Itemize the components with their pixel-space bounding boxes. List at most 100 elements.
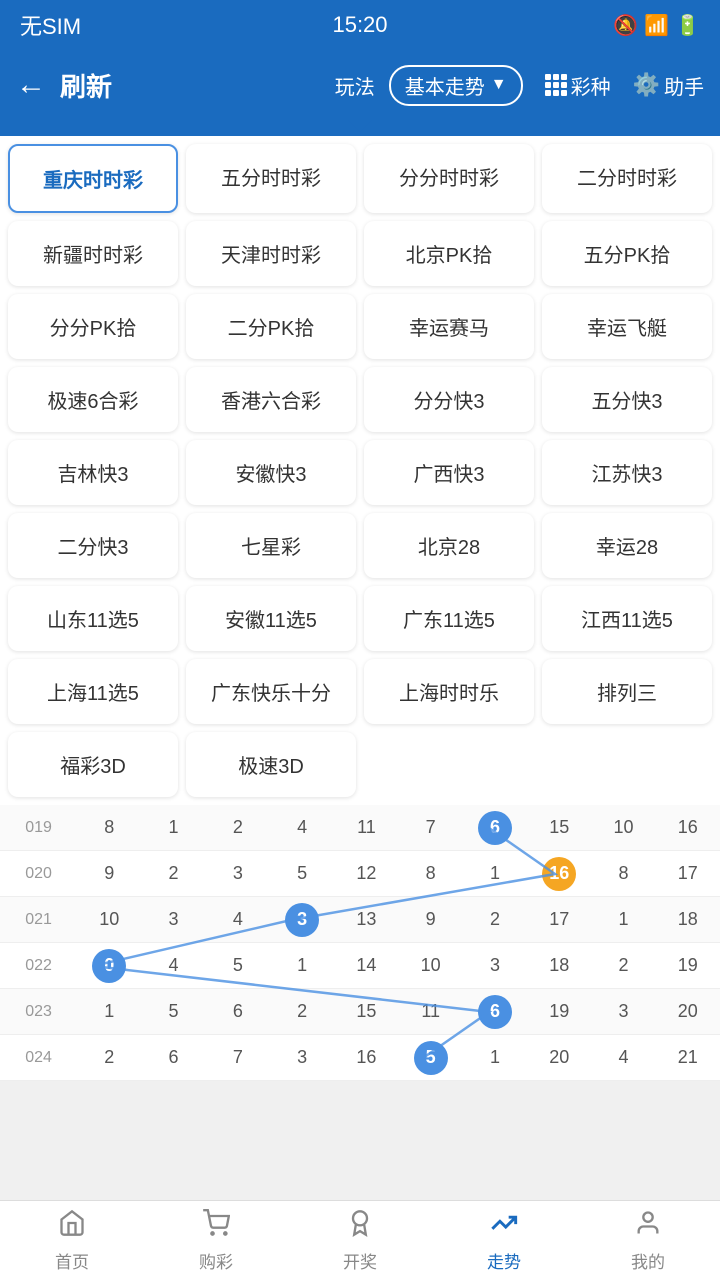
nav-item-走势[interactable]: 走势 xyxy=(432,1201,576,1280)
grid-item-9[interactable]: 二分PK拾 xyxy=(186,294,356,359)
grid-item-27[interactable]: 江西11选5 xyxy=(542,586,712,651)
grid-item-25[interactable]: 安徽11选5 xyxy=(186,586,356,651)
table-cell: 10 xyxy=(591,817,655,838)
助手-button[interactable]: ⚙️ 助手 xyxy=(633,71,704,100)
table-cell: 5 xyxy=(141,1001,205,1022)
table-cell: 3 xyxy=(270,903,334,937)
grid-icon xyxy=(545,74,567,96)
basic-trend-dropdown[interactable]: 基本走势 ▼ xyxy=(389,65,523,106)
table-cell: 14 xyxy=(334,955,398,976)
grid-item-15[interactable]: 五分快3 xyxy=(542,367,712,432)
table-cell: 6 xyxy=(463,811,527,845)
table-cell: 3 xyxy=(206,863,270,884)
grid-item-1[interactable]: 五分时时彩 xyxy=(186,144,356,213)
table-cell: 2 xyxy=(270,1001,334,1022)
nav-item-购彩[interactable]: 购彩 xyxy=(144,1201,288,1280)
table-cell: 16 xyxy=(656,817,720,838)
table-cell: 10 xyxy=(399,955,463,976)
table-cell: 4 xyxy=(206,909,270,930)
table-cell: 20 xyxy=(656,1001,720,1022)
玩法-label: 玩法 xyxy=(335,71,375,100)
table-cell: 1 xyxy=(141,817,205,838)
cell-bubble: 6 xyxy=(478,811,512,845)
nav-item-开奖[interactable]: 开奖 xyxy=(288,1201,432,1280)
time-label: 15:20 xyxy=(332,12,387,38)
lottery-grid-container: 重庆时时彩五分时时彩分分时时彩二分时时彩新疆时时彩天津时时彩北京PK拾五分PK拾… xyxy=(0,136,720,805)
grid-item-17[interactable]: 安徽快3 xyxy=(186,440,356,505)
cell-bubble: 16 xyxy=(542,857,576,891)
table-cell: 8 xyxy=(591,863,655,884)
grid-item-14[interactable]: 分分快3 xyxy=(364,367,534,432)
back-button[interactable]: ← xyxy=(16,68,46,102)
table-cell: 4 xyxy=(270,817,334,838)
table-cell: 5 xyxy=(270,863,334,884)
grid-item-21[interactable]: 七星彩 xyxy=(186,513,356,578)
grid-item-5[interactable]: 天津时时彩 xyxy=(186,221,356,286)
grid-item-11[interactable]: 幸运飞艇 xyxy=(542,294,712,359)
grid-item-20[interactable]: 二分快3 xyxy=(8,513,178,578)
grid-item-10[interactable]: 幸运赛马 xyxy=(364,294,534,359)
grid-item-16[interactable]: 吉林快3 xyxy=(8,440,178,505)
cell-bubble: 5 xyxy=(414,1041,448,1075)
table-cell: 3 xyxy=(591,1001,655,1022)
table-cell: 2 xyxy=(463,909,527,930)
gear-icon: ⚙️ xyxy=(633,72,660,98)
grid-item-19[interactable]: 江苏快3 xyxy=(542,440,712,505)
cell-bubble: 0 xyxy=(92,949,126,983)
grid-item-8[interactable]: 分分PK拾 xyxy=(8,294,178,359)
table-cell: 16 xyxy=(334,1047,398,1068)
table-row: 0209235128116817 xyxy=(0,851,720,897)
table-cell: 17 xyxy=(527,909,591,930)
grid-item-13[interactable]: 香港六合彩 xyxy=(186,367,356,432)
grid-item-26[interactable]: 广东11选5 xyxy=(364,586,534,651)
开奖-label: 开奖 xyxy=(343,1248,377,1273)
table-row: 01981241176151016 xyxy=(0,805,720,851)
table-cell: 6 xyxy=(206,1001,270,1022)
grid-item-3[interactable]: 二分时时彩 xyxy=(542,144,712,213)
chart-container: 0198124117615101602092351281168170211034… xyxy=(0,805,720,1081)
status-icons: 🔕 📶 🔋 xyxy=(613,13,700,38)
table-cell-id: 021 xyxy=(0,911,77,929)
table-cell: 1 xyxy=(270,955,334,976)
grid-item-33[interactable]: 极速3D xyxy=(186,732,356,797)
table-cell: 8 xyxy=(399,863,463,884)
home-label: 首页 xyxy=(55,1248,89,1273)
table-cell-id: 020 xyxy=(0,865,77,883)
grid-item-18[interactable]: 广西快3 xyxy=(364,440,534,505)
grid-item-31[interactable]: 排列三 xyxy=(542,659,712,724)
grid-item-24[interactable]: 山东11选5 xyxy=(8,586,178,651)
table-cell: 4 xyxy=(591,1047,655,1068)
grid-item-2[interactable]: 分分时时彩 xyxy=(364,144,534,213)
wifi-icon: 📶 xyxy=(644,13,669,38)
nav-item-home[interactable]: 首页 xyxy=(0,1201,144,1280)
bottom-nav: 首页 购彩 开奖 走势 我的 xyxy=(0,1200,720,1280)
table-cell: 5 xyxy=(206,955,270,976)
我的-label: 我的 xyxy=(631,1248,665,1273)
grid-item-22[interactable]: 北京28 xyxy=(364,513,534,578)
nav-item-我的[interactable]: 我的 xyxy=(576,1201,720,1280)
grid-item-7[interactable]: 五分PK拾 xyxy=(542,221,712,286)
grid-item-30[interactable]: 上海时时乐 xyxy=(364,659,534,724)
grid-item-23[interactable]: 幸运28 xyxy=(542,513,712,578)
grid-item-6[interactable]: 北京PK拾 xyxy=(364,221,534,286)
table-cell: 1 xyxy=(77,1001,141,1022)
彩种-button[interactable]: 彩种 xyxy=(545,71,611,100)
grid-item-28[interactable]: 上海11选5 xyxy=(8,659,178,724)
table-cell: 7 xyxy=(399,817,463,838)
home-icon xyxy=(58,1209,86,1244)
header-indicator xyxy=(0,120,720,136)
table-cell: 5 xyxy=(399,1041,463,1075)
grid-item-29[interactable]: 广东快乐十分 xyxy=(186,659,356,724)
table-cell: 18 xyxy=(527,955,591,976)
grid-item-12[interactable]: 极速6合彩 xyxy=(8,367,178,432)
cell-bubble: 6 xyxy=(478,995,512,1029)
trend-icon xyxy=(490,1209,518,1244)
chevron-down-icon: ▼ xyxy=(491,76,507,94)
grid-item-32[interactable]: 福彩3D xyxy=(8,732,178,797)
购彩-label: 购彩 xyxy=(199,1248,233,1273)
cell-bubble: 3 xyxy=(285,903,319,937)
grid-item-0[interactable]: 重庆时时彩 xyxy=(8,144,178,213)
header-title: 刷新 xyxy=(60,67,112,104)
table-cell: 0 xyxy=(77,949,141,983)
grid-item-4[interactable]: 新疆时时彩 xyxy=(8,221,178,286)
